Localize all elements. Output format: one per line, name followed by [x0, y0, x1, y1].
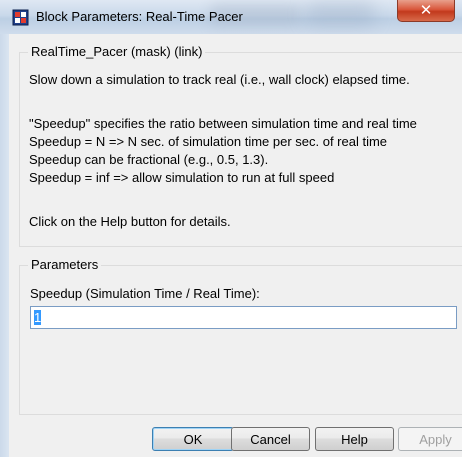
speedup-label: Speedup (Simulation Time / Real Time): [30, 286, 260, 301]
parameters-group: Parameters Speedup (Simulation Time / Re… [19, 257, 462, 415]
description-line: Speedup = inf => allow simulation to run… [29, 170, 335, 185]
block-parameters-dialog: Block Parameters: Real-Time Pacer ✕ Real… [0, 0, 462, 457]
description-line: Click on the Help button for details. [29, 214, 231, 229]
window-title: Block Parameters: Real-Time Pacer [36, 9, 243, 24]
description-line: Slow down a simulation to track real (i.… [29, 72, 410, 87]
speedup-selected-text: 1 [34, 310, 42, 325]
close-button[interactable]: ✕ [397, 0, 455, 22]
cancel-button[interactable]: Cancel [231, 427, 310, 451]
parameters-title: Parameters [28, 257, 102, 272]
description-line: Speedup = N => N sec. of simulation time… [29, 134, 388, 149]
apply-button[interactable]: Apply [398, 427, 462, 451]
title-bar[interactable]: Block Parameters: Real-Time Pacer ✕ [0, 0, 462, 34]
close-icon: ✕ [419, 1, 433, 19]
description-line: Speedup can be fractional (e.g., 0.5, 1.… [29, 152, 269, 167]
ok-button[interactable]: OK [152, 427, 234, 451]
window-frame-left [0, 34, 9, 457]
title-bar-glass-2 [305, 2, 375, 26]
mask-description-title: RealTime_Pacer (mask) (link) [28, 44, 206, 59]
simulink-block-icon [12, 9, 29, 26]
dialog-client-area: RealTime_Pacer (mask) (link) Slow down a… [9, 34, 462, 457]
mask-description-group: RealTime_Pacer (mask) (link) Slow down a… [19, 44, 462, 247]
description-line: "Speedup" specifies the ratio between si… [29, 116, 417, 131]
speedup-input[interactable] [30, 306, 457, 329]
help-button[interactable]: Help [315, 427, 394, 451]
